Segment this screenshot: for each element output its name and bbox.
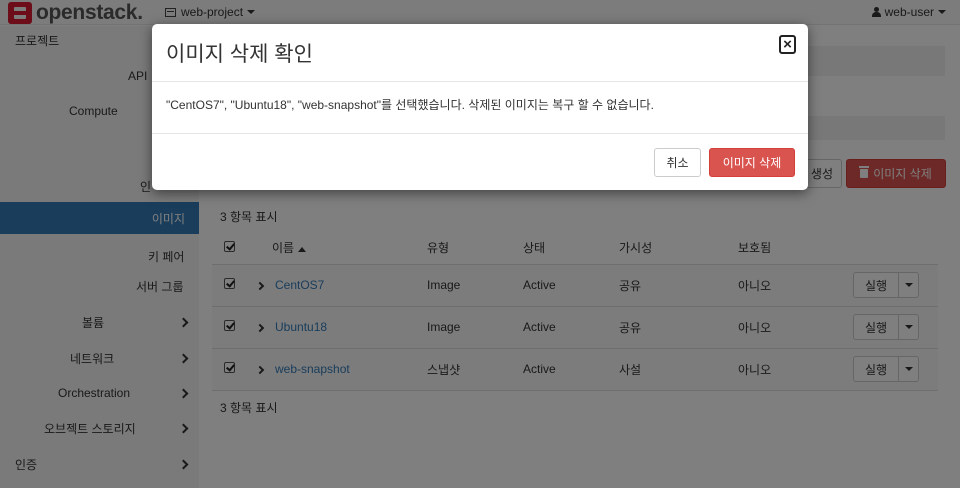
modal-body: "CentOS7", "Ubuntu18", "web-snapshot"를 선…	[152, 82, 808, 134]
modal-footer: 취소 이미지 삭제	[152, 134, 808, 190]
delete-confirm-dialog: 이미지 삭제 확인 × "CentOS7", "Ubuntu18", "web-…	[152, 24, 808, 190]
confirm-delete-button[interactable]: 이미지 삭제	[709, 148, 795, 177]
modal-message: "CentOS7", "Ubuntu18", "web-snapshot"를 선…	[166, 98, 654, 112]
modal-header: 이미지 삭제 확인 ×	[152, 24, 808, 82]
close-icon[interactable]: ×	[779, 35, 796, 54]
modal-title: 이미지 삭제 확인	[166, 43, 313, 66]
cancel-button[interactable]: 취소	[654, 148, 701, 177]
